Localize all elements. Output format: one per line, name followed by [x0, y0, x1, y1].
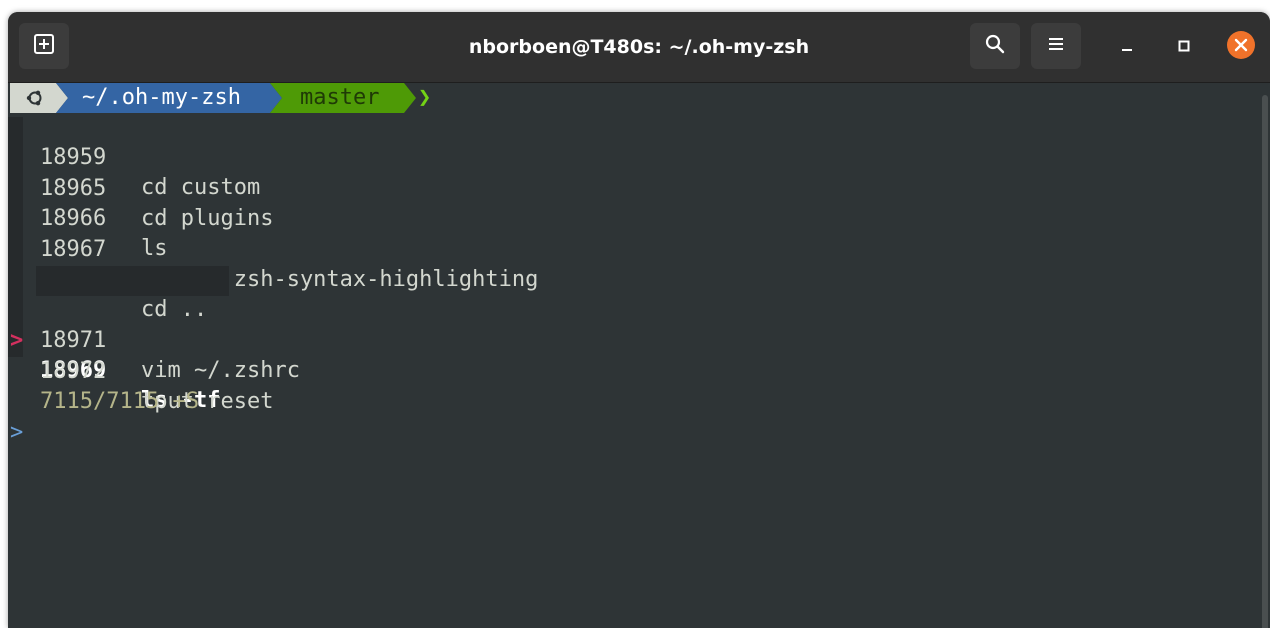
title-bar: nborboen@T480s: ~/.oh-my-zsh	[8, 12, 1270, 83]
powerline-prompt: ~/.oh-my-zsh master ❯	[8, 83, 448, 113]
history-status: 7115/7115 +S	[8, 357, 1208, 414]
history-row[interactable]: 18971 vim ~/.zshrc	[8, 296, 1208, 383]
minimize-button[interactable]	[1112, 32, 1142, 62]
input-line[interactable]: >	[8, 388, 1208, 445]
close-button[interactable]	[1226, 30, 1256, 64]
prompt-git-branch: master	[300, 85, 380, 110]
maximize-icon	[1177, 38, 1191, 57]
terminal-window: nborboen@T480s: ~/.oh-my-zsh ~/.oh-my-zs…	[8, 12, 1270, 628]
new-tab-icon	[33, 33, 55, 59]
history-row[interactable]: 18967 rm -rf zsh-syntax-highlighting	[8, 205, 1208, 292]
history-row[interactable]: 18968 cd ..	[8, 235, 1208, 322]
history-row[interactable]: 18972 tput reset	[8, 327, 1208, 414]
ubuntu-logo-icon	[22, 83, 48, 113]
new-tab-button[interactable]	[19, 23, 69, 69]
minimize-icon	[1120, 38, 1134, 57]
hamburger-menu-icon	[1046, 35, 1066, 57]
history-row[interactable]: 18965 cd plugins	[8, 144, 1208, 231]
close-icon	[1226, 30, 1256, 64]
terminal-content[interactable]: ~/.oh-my-zsh master ❯ 18959 cd custom 18…	[8, 83, 1270, 628]
search-button[interactable]	[970, 23, 1020, 69]
maximize-button[interactable]	[1169, 32, 1199, 62]
prompt-end-glyph: ❯	[418, 85, 432, 110]
menu-button[interactable]	[1031, 23, 1081, 69]
prompt-path: ~/.oh-my-zsh	[82, 85, 241, 110]
history-row[interactable]: 18966 ls	[8, 174, 1208, 261]
history-row[interactable]: 18959 cd custom	[8, 113, 1208, 200]
input-prompt: >	[10, 420, 24, 445]
scrollbar[interactable]	[1262, 95, 1268, 628]
search-icon	[984, 33, 1006, 59]
history-row-selected[interactable]: > 18969 ls -tf	[8, 266, 1208, 413]
selection-highlight	[36, 266, 229, 296]
